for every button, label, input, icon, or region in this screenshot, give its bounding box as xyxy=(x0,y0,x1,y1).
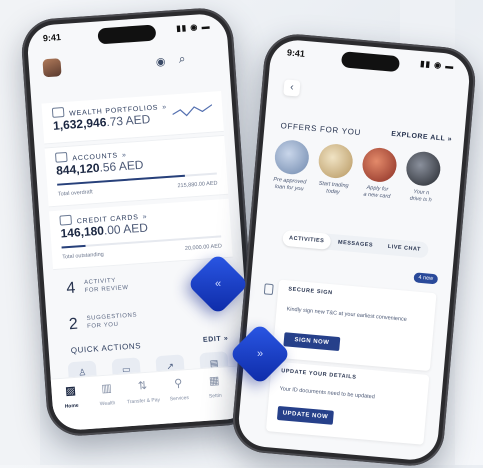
home-icon: ▨ xyxy=(65,384,77,398)
tab-home[interactable]: ▨ Home xyxy=(53,383,89,410)
offer-image-car xyxy=(404,150,442,188)
chevron-right-icon: » xyxy=(447,135,453,144)
offer-caption: Start trading today xyxy=(313,180,354,197)
offers-screen: 9:41 ▮▮ ◉ ▬ ‹ OFFERS FOR YOU EXPLORE ALL… xyxy=(236,38,472,462)
tab-settings[interactable]: ▦ Settin xyxy=(197,373,233,400)
tab-activities[interactable]: ACTIVITIES xyxy=(282,229,332,250)
portfolio-icon xyxy=(51,107,65,118)
search-icon[interactable]: ⌕ xyxy=(178,51,186,66)
suggestions-label: SUGGESTIONS FOR YOU xyxy=(86,311,138,330)
chevron-right-icon: » xyxy=(162,103,168,112)
credit-cards-card[interactable]: CREDIT CARDS» 146,180.00 AED Total outst… xyxy=(49,198,233,271)
message-body: Your ID documents need to be updated xyxy=(279,386,376,401)
wealth-amount-decimal: .73 AED xyxy=(105,112,151,130)
segmented-control: ACTIVITIES MESSAGES LIVE CHAT xyxy=(282,229,429,259)
outstanding-value: 20,000.00 AED xyxy=(184,243,223,252)
tab-live-chat[interactable]: LIVE CHAT xyxy=(380,238,429,258)
overdraft-bar-fill xyxy=(57,174,185,186)
decorative-chevron-left-icon: « xyxy=(186,252,250,316)
settings-icon: ▦ xyxy=(208,374,220,388)
wealth-amount-main: 1,632,946 xyxy=(52,115,107,133)
tab-transfer-label: Transfer & Pay xyxy=(126,397,161,406)
tab-settings-label: Settin xyxy=(208,392,222,400)
accounts-card[interactable]: ACCOUNTS» 844,120.56 AED Total overdraft… xyxy=(44,134,229,208)
tab-home-label: Home xyxy=(64,402,79,410)
message-update-details[interactable]: UPDATE YOUR DETAILS Your ID documents ne… xyxy=(265,361,430,445)
offer-new-card[interactable]: Apply for a new card xyxy=(357,146,401,201)
tab-services-label: Services xyxy=(169,395,190,403)
tab-messages[interactable]: MESSAGES xyxy=(330,234,381,254)
status-bar: 9:41 ▮▮ ◉ ▬ xyxy=(286,47,455,76)
edit-label: EDIT xyxy=(202,335,222,344)
offer-preapproved-loan[interactable]: Pre approved loan for you xyxy=(269,138,313,194)
offers-title: OFFERS FOR YOU xyxy=(280,121,362,138)
new-count-badge: 4 new xyxy=(413,272,439,285)
decorative-chevron-right-icon: » xyxy=(228,322,292,386)
back-button[interactable]: ‹ xyxy=(283,79,301,97)
cc-amount-main: 146,180 xyxy=(60,223,105,241)
transfer-icon: ⇅ xyxy=(137,379,148,393)
accounts-amount-main: 844,120 xyxy=(55,160,100,178)
offer-start-trading[interactable]: Start trading today xyxy=(313,142,357,197)
offer-caption: Pre approved loan for you xyxy=(269,176,310,193)
overdraft-value: 215,880.00 AED xyxy=(177,180,218,190)
services-icon: ⚲ xyxy=(173,377,183,390)
cc-amount-decimal: .00 AED xyxy=(103,220,149,238)
activity-count: 4 xyxy=(65,279,76,298)
explore-all-link[interactable]: EXPLORE ALL » xyxy=(391,131,452,143)
accounts-amount-decimal: .56 AED xyxy=(99,157,144,175)
message-title: UPDATE YOUR DETAILS xyxy=(280,368,357,381)
signal-wifi-battery-icon: ▮▮ ◉ ▬ xyxy=(176,21,211,33)
chart-icon: ▥ xyxy=(100,382,113,396)
tab-transfer-pay[interactable]: ⇅ Transfer & Pay xyxy=(125,378,161,405)
home-screen: 9:41 ▮▮ ◉ ▬ ◉ ⌕ WEALTH PORTFOLIOS» 1,632… xyxy=(26,12,254,432)
update-now-button[interactable]: UPDATE NOW xyxy=(276,405,334,425)
phone-right: 9:41 ▮▮ ◉ ▬ ‹ OFFERS FOR YOU EXPLORE ALL… xyxy=(230,31,478,468)
offer-caption: Your n drive is h xyxy=(400,188,441,205)
offer-image-coins xyxy=(317,142,355,180)
status-time: 9:41 xyxy=(286,47,306,59)
status-time: 9:41 xyxy=(42,32,62,44)
sparkline-chart xyxy=(172,104,213,117)
signal-wifi-battery-icon: ▮▮ ◉ ▬ xyxy=(419,59,455,72)
avatar[interactable] xyxy=(42,58,62,78)
phone-left: 9:41 ▮▮ ◉ ▬ ◉ ⌕ WEALTH PORTFOLIOS» 1,632… xyxy=(19,6,261,438)
offer-caption: Apply for a new card xyxy=(357,184,398,201)
offer-image-house xyxy=(273,138,311,176)
chevron-right-icon: » xyxy=(223,335,229,343)
message-body: Kindly sign new T&C at your earliest con… xyxy=(286,306,408,323)
message-icon xyxy=(263,283,274,296)
offer-new-drive[interactable]: Your n drive is h xyxy=(400,150,444,205)
message-secure-sign[interactable]: SECURE SIGN Kindly sign new T&C at your … xyxy=(272,279,437,372)
sign-now-button[interactable]: SIGN NOW xyxy=(283,332,341,352)
message-title: SECURE SIGN xyxy=(288,286,333,297)
accounts-icon xyxy=(54,151,68,163)
offer-image-cards xyxy=(361,146,398,184)
activity-label-line2: FOR REVIEW xyxy=(84,284,129,295)
tab-wealth-label: Wealth xyxy=(99,400,116,408)
credit-card-icon xyxy=(59,214,73,226)
chevron-left-icon: ‹ xyxy=(289,81,295,94)
explore-all-label: EXPLORE ALL xyxy=(390,130,446,143)
suggestions-count: 2 xyxy=(68,315,79,334)
tab-services[interactable]: ⚲ Services xyxy=(161,376,197,403)
outstanding-bar-fill xyxy=(61,244,86,249)
outstanding-label: Total outstanding xyxy=(62,251,104,261)
tab-wealth[interactable]: ▥ Wealth xyxy=(89,381,125,408)
quick-actions-edit-link[interactable]: EDIT » xyxy=(203,335,229,344)
quick-actions-title: QUICK ACTIONS xyxy=(70,341,142,356)
activity-label: ACTIVITY FOR REVIEW xyxy=(84,276,129,295)
eye-icon[interactable]: ◉ xyxy=(155,55,165,69)
overdraft-label: Total overdraft xyxy=(57,189,93,198)
